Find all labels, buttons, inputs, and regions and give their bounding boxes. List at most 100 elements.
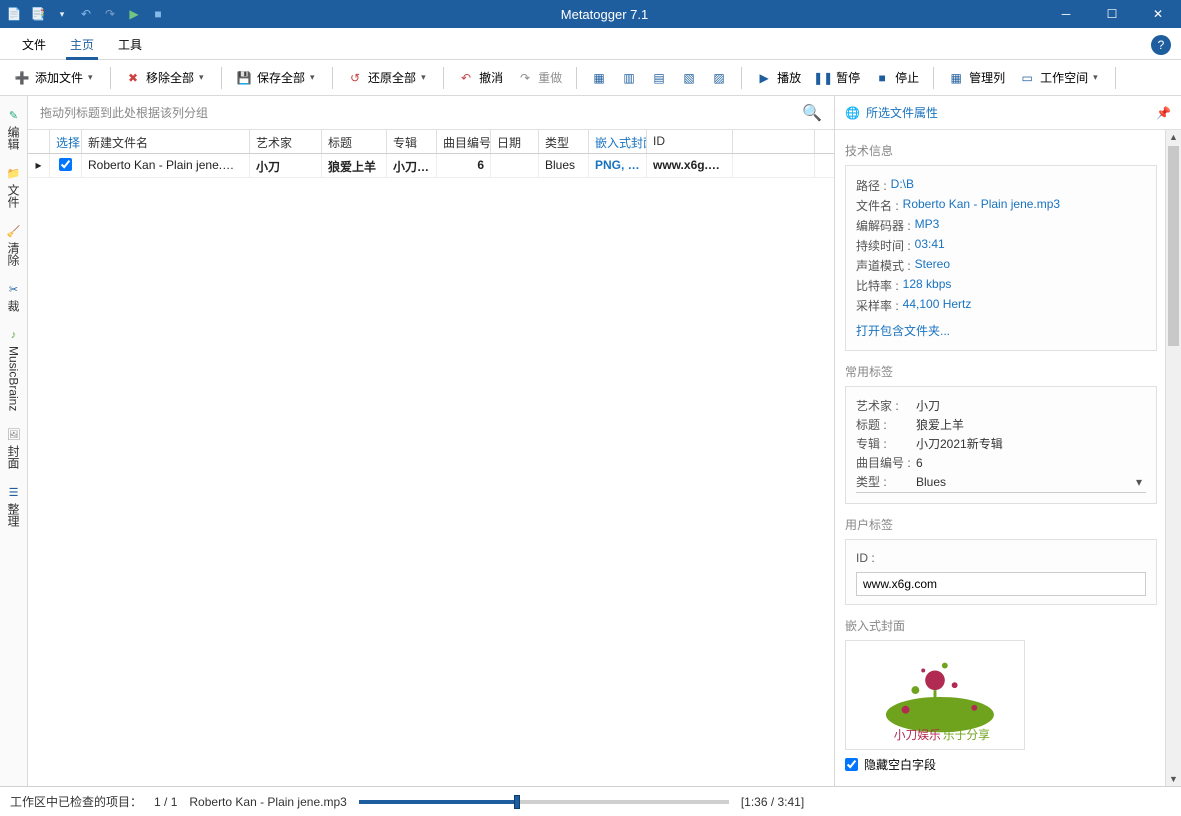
- play-button[interactable]: ▶播放: [750, 65, 807, 90]
- common-track[interactable]: 6: [916, 456, 1146, 470]
- vtab-cover[interactable]: 🖼封面: [0, 419, 27, 477]
- vtab-organize[interactable]: ☰整理: [0, 477, 27, 535]
- svg-text:乐于分享: 乐于分享: [943, 728, 990, 742]
- add-file-button[interactable]: ➕添加文件▾: [8, 65, 102, 90]
- stop-icon: ■: [874, 70, 890, 86]
- menu-tools[interactable]: 工具: [106, 30, 154, 59]
- grid5-icon: ▨: [711, 70, 727, 86]
- col-title[interactable]: 标题: [322, 130, 387, 153]
- grid4-icon: ▧: [681, 70, 697, 86]
- col-cover[interactable]: 嵌入式封面: [589, 130, 647, 153]
- layout-grid5-button[interactable]: ▨: [705, 66, 733, 90]
- workspace-button[interactable]: ▭工作空间▾: [1013, 65, 1107, 90]
- vtab-file[interactable]: 📁文件: [0, 158, 27, 216]
- qat-undo-icon[interactable]: ↶: [78, 6, 94, 22]
- qat-play-icon[interactable]: ▶: [126, 6, 142, 22]
- cover-image[interactable]: 小刀娱乐 乐于分享: [845, 640, 1025, 750]
- col-newname[interactable]: 新建文件名: [82, 130, 250, 153]
- vtab-clean[interactable]: 🧹清除: [0, 216, 27, 274]
- status-label: 工作区中已检查的项目：: [10, 793, 142, 810]
- vtab-edit[interactable]: ✎编辑: [0, 100, 27, 158]
- workspace-icon: ▭: [1019, 70, 1035, 86]
- svg-text:小刀娱乐: 小刀娱乐: [894, 728, 941, 742]
- stop-button[interactable]: ■停止: [868, 65, 925, 90]
- layout-grid1-button[interactable]: ▦: [585, 66, 613, 90]
- right-panel-title: 所选文件属性: [866, 104, 938, 121]
- grid-icon: ▦: [591, 70, 607, 86]
- play-icon: ▶: [756, 70, 772, 86]
- maximize-button[interactable]: ☐: [1089, 0, 1135, 28]
- globe-icon: 🌐: [845, 106, 860, 120]
- right-scrollbar[interactable]: ▲▼: [1165, 130, 1181, 786]
- qat-stop-icon[interactable]: ■: [150, 6, 166, 22]
- cell-artist[interactable]: 小刀: [250, 154, 322, 177]
- qat-redo-icon[interactable]: ↷: [102, 6, 118, 22]
- cell-album[interactable]: 小刀2...: [387, 154, 437, 177]
- user-box: ID :: [845, 539, 1157, 605]
- restore-icon: ↺: [347, 70, 363, 86]
- redo-icon: ↷: [517, 70, 533, 86]
- tech-sr: 44,100 Hertz: [903, 297, 972, 314]
- minimize-button[interactable]: ─: [1043, 0, 1089, 28]
- table-row[interactable]: ▸ Roberto Kan - Plain jene.mp3 小刀 狼爱上羊 小…: [28, 154, 834, 178]
- redo-button: ↷重做: [511, 65, 568, 90]
- qat-drop[interactable]: ▾: [54, 6, 70, 22]
- col-date[interactable]: 日期: [491, 130, 539, 153]
- playback-slider[interactable]: [359, 800, 729, 804]
- cell-date[interactable]: [491, 154, 539, 177]
- layout-grid3-button[interactable]: ▤: [645, 66, 673, 90]
- col-id[interactable]: ID: [647, 130, 733, 153]
- undo-button[interactable]: ↶撤消: [452, 65, 509, 90]
- pause-button[interactable]: ❚❚暂停: [809, 65, 866, 90]
- search-icon[interactable]: 🔍: [802, 103, 822, 123]
- section-tech-title: 技术信息: [845, 142, 1157, 159]
- col-artist[interactable]: 艺术家: [250, 130, 322, 153]
- col-genre[interactable]: 类型: [539, 130, 589, 153]
- cell-cover[interactable]: PNG, 4...: [589, 154, 647, 177]
- close-button[interactable]: ✕: [1135, 0, 1181, 28]
- menu-file[interactable]: 文件: [10, 30, 58, 59]
- open-folder-link[interactable]: 打开包含文件夹...: [856, 322, 950, 339]
- window-title: Metatogger 7.1: [166, 7, 1043, 22]
- col-track[interactable]: 曲目编号: [437, 130, 491, 153]
- vtab-musicbrainz[interactable]: ♪MusicBrainz: [0, 320, 27, 419]
- cell-title[interactable]: 狼爱上羊: [322, 154, 387, 177]
- tech-file[interactable]: Roberto Kan - Plain jene.mp3: [903, 197, 1060, 214]
- row-marker: ▸: [28, 154, 50, 177]
- restore-all-button[interactable]: ↺还原全部▾: [341, 65, 435, 90]
- layout-grid4-button[interactable]: ▧: [675, 66, 703, 90]
- layout-grid2-button[interactable]: ▥: [615, 66, 643, 90]
- cell-id[interactable]: www.x6g.com: [647, 154, 733, 177]
- cols-icon: ▦: [948, 70, 964, 86]
- qat-icon1[interactable]: 📄: [6, 6, 22, 22]
- manage-cols-button[interactable]: ▦管理列: [942, 65, 1011, 90]
- cell-track[interactable]: 6: [437, 154, 491, 177]
- tech-path[interactable]: D:\B: [891, 177, 914, 194]
- qat-icon2[interactable]: 📑: [30, 6, 46, 22]
- cell-genre[interactable]: Blues: [539, 154, 589, 177]
- row-select[interactable]: [50, 154, 82, 177]
- hide-empty-checkbox[interactable]: [845, 758, 858, 771]
- user-id-input[interactable]: [856, 572, 1146, 596]
- tech-ch: Stereo: [915, 257, 950, 274]
- common-artist[interactable]: 小刀: [916, 397, 1146, 414]
- grid3-icon: ▤: [651, 70, 667, 86]
- col-album[interactable]: 专辑: [387, 130, 437, 153]
- grid2-icon: ▥: [621, 70, 637, 86]
- remove-all-button[interactable]: ✖移除全部▾: [119, 65, 213, 90]
- save-all-button[interactable]: 💾保存全部▾: [230, 65, 324, 90]
- undo-icon: ↶: [458, 70, 474, 86]
- help-button[interactable]: ?: [1151, 35, 1171, 55]
- pin-icon[interactable]: 📌: [1156, 106, 1171, 120]
- common-album[interactable]: 小刀2021新专辑: [916, 435, 1146, 452]
- genre-select[interactable]: 类型 :Blues: [856, 473, 1146, 493]
- common-box: 艺术家 :小刀 标题 :狼爱上羊 专辑 :小刀2021新专辑 曲目编号 :6 类…: [845, 386, 1157, 504]
- cell-newname[interactable]: Roberto Kan - Plain jene.mp3: [82, 154, 250, 177]
- status-count: 1 / 1: [154, 795, 177, 809]
- pause-icon: ❚❚: [815, 70, 831, 86]
- vtab-crop[interactable]: ✂裁: [0, 274, 27, 320]
- hide-empty-label: 隐藏空白字段: [864, 756, 936, 773]
- col-select[interactable]: 选择: [50, 130, 82, 153]
- common-title[interactable]: 狼爱上羊: [916, 416, 1146, 433]
- menu-home[interactable]: 主页: [58, 30, 106, 59]
